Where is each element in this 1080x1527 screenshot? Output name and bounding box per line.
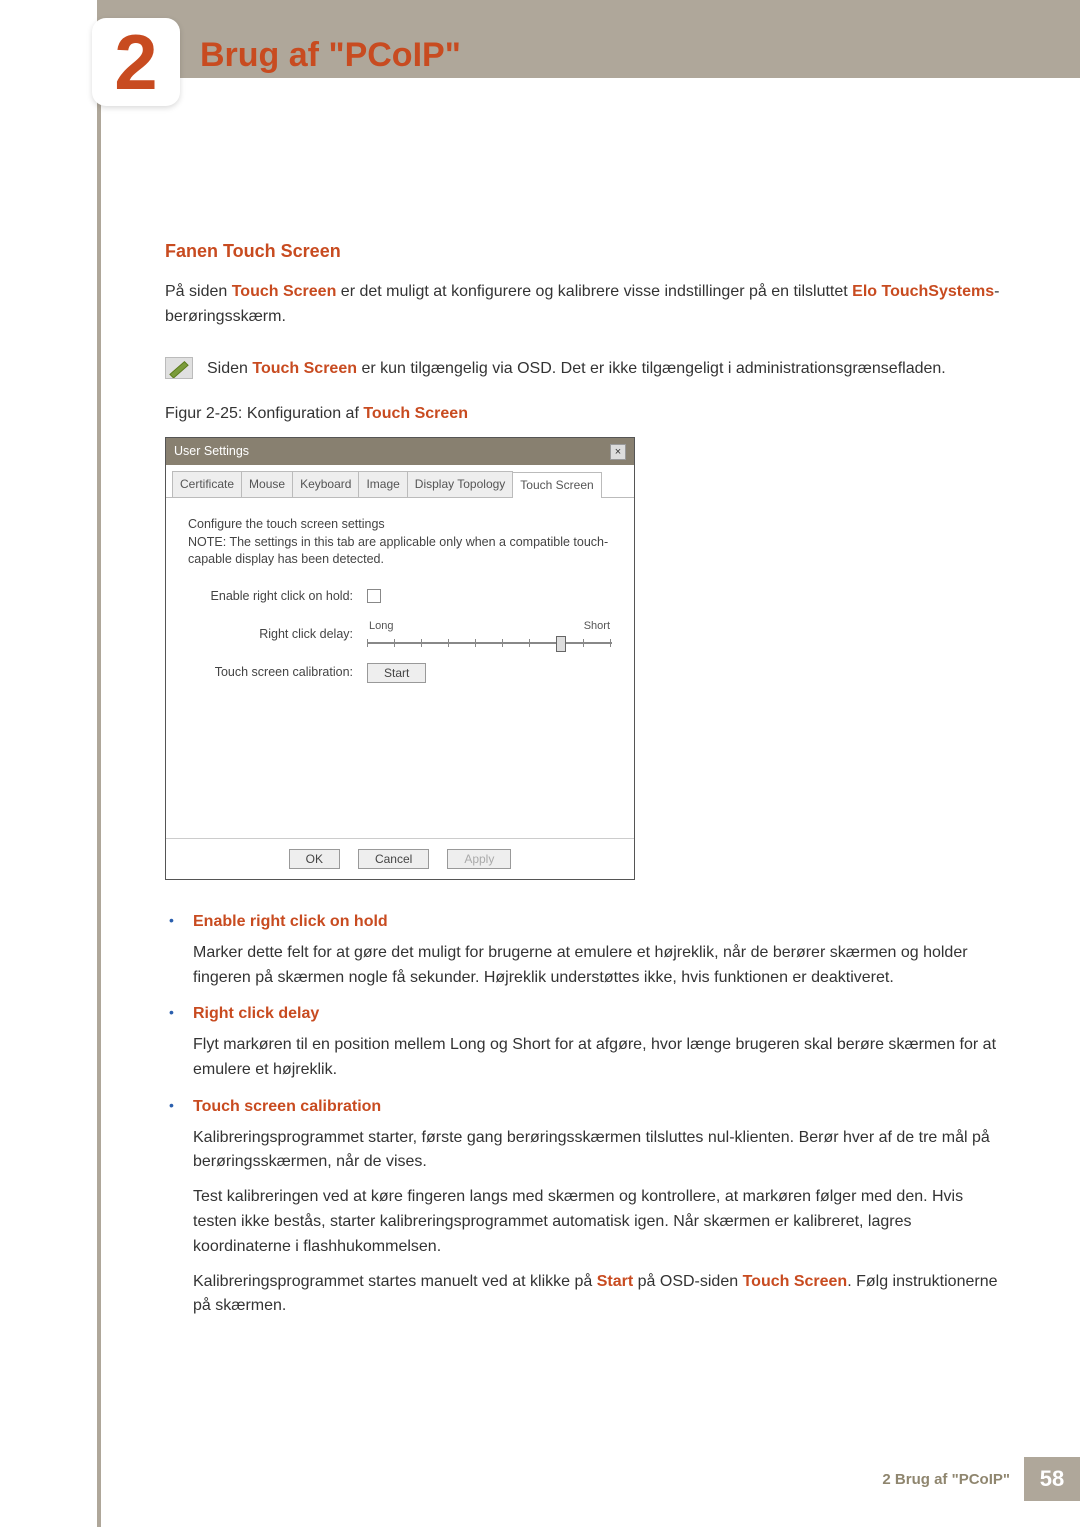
tab-keyboard[interactable]: Keyboard — [292, 471, 359, 497]
window-title: User Settings — [174, 442, 249, 461]
bullet-body: Kalibreringsprogrammet startes manuelt v… — [193, 1270, 1000, 1320]
term-touch-screen: Touch Screen — [363, 405, 468, 422]
info-note: Siden Touch Screen er kun tilgængelig vi… — [165, 357, 1000, 382]
text: Kalibreringsprogrammet startes manuelt v… — [193, 1273, 597, 1290]
term-touch-screen: Touch Screen — [743, 1273, 848, 1290]
label: Right click delay: — [188, 625, 353, 644]
header-left-white — [0, 0, 98, 78]
term-touch-screen: Touch Screen — [252, 360, 357, 377]
text: Figur 2-25: Konfiguration af — [165, 405, 363, 422]
delay-slider[interactable] — [367, 635, 612, 651]
text: er det muligt at konfigurere og kalibrer… — [336, 283, 852, 300]
bullet-body: Flyt markøren til en position mellem Lon… — [193, 1033, 1000, 1083]
bullet-title: Right click delay — [193, 1002, 1000, 1027]
text: på OSD-siden — [633, 1273, 742, 1290]
text: På siden — [165, 283, 232, 300]
term-touch-screen: Touch Screen — [232, 283, 337, 300]
slider-short-label: Short — [584, 618, 610, 635]
ok-button[interactable]: OK — [289, 849, 340, 869]
tab-strip: Certificate Mouse Keyboard Image Display… — [166, 465, 634, 498]
dialog-footer: OK Cancel Apply — [166, 838, 634, 879]
label: Touch screen calibration: — [188, 663, 353, 682]
text: NOTE: The settings in this tab are appli… — [188, 534, 612, 569]
note-text: Siden Touch Screen er kun tilgængelig vi… — [207, 357, 946, 382]
row-right-click-delay: Right click delay: Long Short — [188, 618, 612, 651]
footer-chapter-label: 2 Brug af "PCoIP" — [882, 1471, 1024, 1488]
tab-image[interactable]: Image — [358, 471, 407, 497]
apply-button[interactable]: Apply — [447, 849, 511, 869]
term-elo: Elo TouchSystems — [852, 283, 994, 300]
option-list: Enable right click on hold Marker dette … — [165, 910, 1000, 1319]
page-number: 58 — [1024, 1457, 1080, 1501]
bullet-body: Kalibreringsprogrammet starter, første g… — [193, 1126, 1000, 1176]
pencil-note-icon — [165, 357, 193, 379]
figure-caption: Figur 2-25: Konfiguration af Touch Scree… — [165, 402, 1000, 427]
checkbox-icon[interactable] — [367, 589, 381, 603]
intro-paragraph: På siden Touch Screen er det muligt at k… — [165, 280, 1000, 330]
cancel-button[interactable]: Cancel — [358, 849, 429, 869]
slider-wrap: Long Short — [367, 618, 612, 651]
section-heading: Fanen Touch Screen — [165, 238, 1000, 266]
list-item: Touch screen calibration Kalibreringspro… — [165, 1095, 1000, 1319]
page-footer: 2 Brug af "PCoIP" 58 — [882, 1457, 1080, 1501]
row-enable-right-click: Enable right click on hold: — [188, 587, 612, 606]
tab-display-topology[interactable]: Display Topology — [407, 471, 514, 497]
tab-body: Configure the touch screen settings NOTE… — [166, 498, 634, 838]
row-calibration: Touch screen calibration: Start — [188, 663, 612, 683]
page-content: Fanen Touch Screen På siden Touch Screen… — [0, 78, 1080, 1319]
list-item: Enable right click on hold Marker dette … — [165, 910, 1000, 990]
tab-touch-screen[interactable]: Touch Screen — [512, 472, 601, 498]
bullet-body: Test kalibreringen ved at køre fingeren … — [193, 1185, 1000, 1259]
text: Siden — [207, 360, 252, 377]
text: Configure the touch screen settings — [188, 516, 612, 534]
window-titlebar: User Settings × — [166, 438, 634, 465]
slider-long-label: Long — [369, 618, 393, 635]
start-button[interactable]: Start — [367, 663, 426, 683]
label: Enable right click on hold: — [188, 587, 353, 606]
tab-mouse[interactable]: Mouse — [241, 471, 293, 497]
settings-window: User Settings × Certificate Mouse Keyboa… — [165, 437, 635, 880]
close-icon[interactable]: × — [610, 444, 626, 460]
bullet-title: Enable right click on hold — [193, 910, 1000, 935]
tab-certificate[interactable]: Certificate — [172, 471, 242, 497]
text: er kun tilgængelig via OSD. Det er ikke … — [357, 360, 946, 377]
chapter-title: Brug af "PCoIP" — [200, 36, 461, 75]
list-item: Right click delay Flyt markøren til en p… — [165, 1002, 1000, 1082]
tab-description: Configure the touch screen settings NOTE… — [188, 516, 612, 569]
term-start: Start — [597, 1273, 633, 1290]
bullet-title: Touch screen calibration — [193, 1095, 1000, 1120]
bullet-body: Marker dette felt for at gøre det muligt… — [193, 941, 1000, 991]
